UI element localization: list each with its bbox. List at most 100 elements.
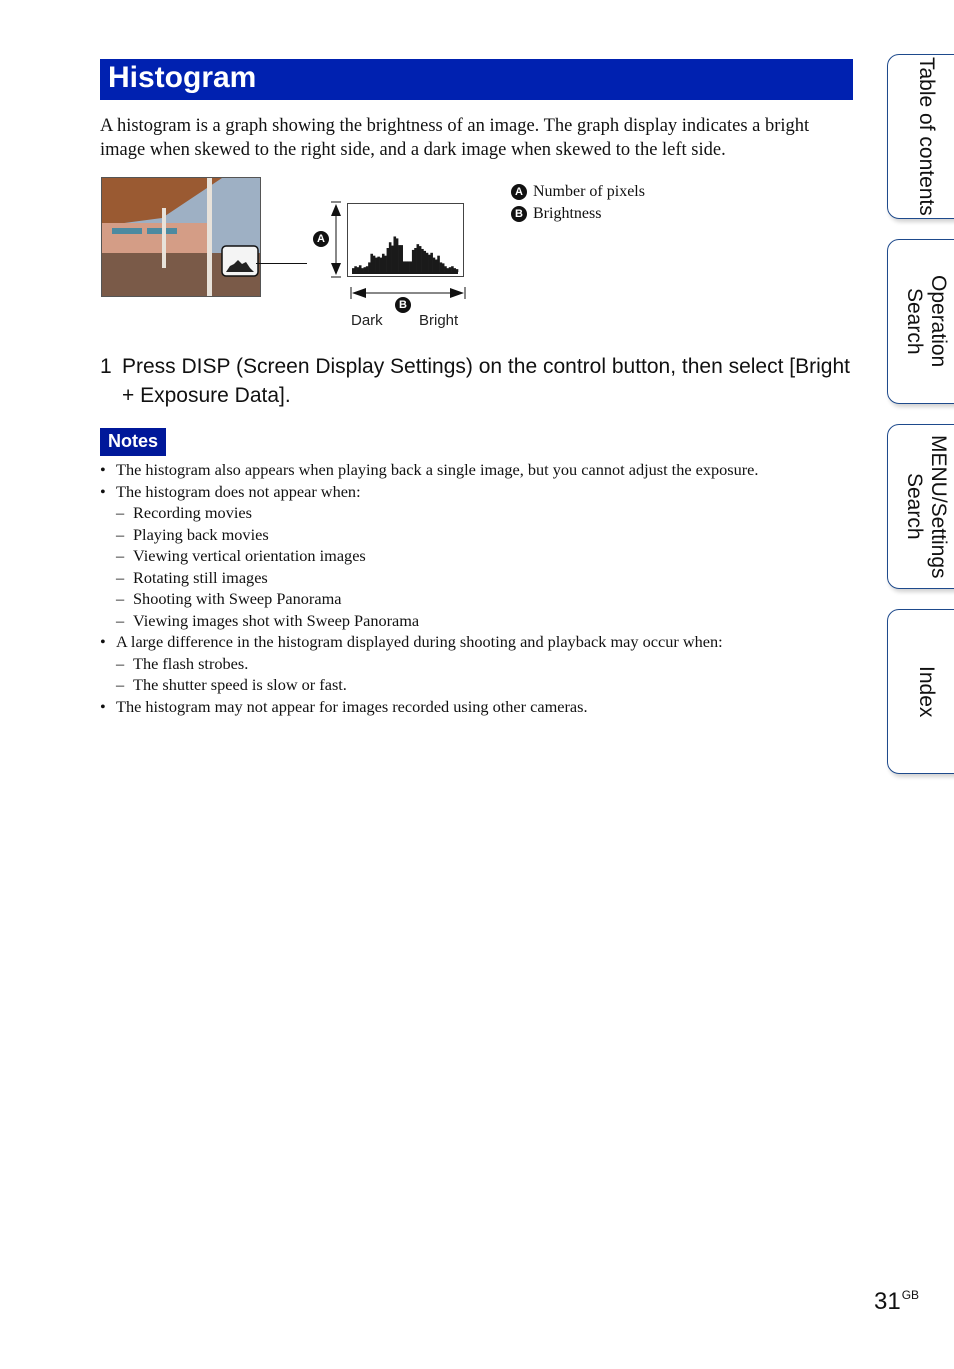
note-text: The histogram may not appear for images … — [116, 696, 588, 716]
legend-badge-b: B — [511, 206, 527, 222]
page-title: Histogram — [100, 59, 853, 100]
histogram-bar — [354, 266, 357, 272]
tab-label: Operation Search — [903, 275, 950, 368]
page-number-value: 31 — [874, 1288, 901, 1315]
histogram-bar — [407, 261, 410, 272]
dash-marker: – — [116, 610, 125, 630]
histogram-graph — [352, 236, 459, 274]
bullet-marker: • — [100, 460, 106, 479]
dash-marker: – — [116, 653, 125, 673]
tab-label: MENU/Settings Search — [903, 434, 950, 579]
histogram-bar — [356, 267, 360, 272]
histogram-frame — [347, 203, 464, 277]
histogram-bar — [379, 257, 383, 272]
histogram-bar — [444, 266, 447, 272]
histogram-bar — [423, 250, 427, 272]
histogram-bar — [418, 246, 422, 272]
histogram-bar — [384, 255, 387, 272]
histogram-bar — [381, 253, 385, 272]
note-text: The flash strobes. — [133, 653, 249, 673]
histogram-bar — [439, 262, 443, 272]
dash-marker: – — [116, 567, 125, 587]
histogram-bar — [414, 248, 417, 272]
histogram-bar — [405, 261, 408, 272]
dash-marker: – — [116, 503, 125, 522]
bullet-marker: • — [100, 632, 106, 651]
dash-marker: – — [116, 675, 125, 694]
callout-b-badge: B — [395, 297, 411, 313]
histogram-bar — [425, 252, 429, 272]
histogram-bar — [393, 236, 397, 272]
histogram-bar — [372, 255, 376, 272]
dash-marker: – — [116, 524, 125, 544]
step-1: 1 Press DISP (Screen Display Settings) o… — [100, 352, 860, 410]
horizontal-axis-arrow — [350, 287, 466, 299]
note-text: The histogram does not appear when: — [116, 481, 361, 501]
note-text: A large difference in the histogram disp… — [116, 632, 723, 651]
legend-label-a: Number of pixels — [533, 183, 645, 200]
histogram-bar — [411, 249, 415, 272]
histogram-bar — [441, 263, 445, 272]
note-text: Playing back movies — [133, 524, 269, 544]
figure-legend: A Number of pixels B Brightness — [511, 181, 645, 225]
legend-item-b: B Brightness — [511, 203, 645, 225]
tab-label: Table of contents — [915, 57, 938, 216]
histogram-bar — [400, 245, 403, 272]
histogram-bar — [391, 245, 394, 272]
note-bullet: • A large difference in the histogram dis… — [100, 631, 860, 653]
histogram-bar — [402, 261, 406, 272]
histogram-bar — [375, 257, 378, 272]
histogram-bar — [434, 259, 438, 272]
note-text: The shutter speed is slow or fast. — [133, 675, 347, 694]
histogram-bar — [453, 268, 456, 272]
bright-label: Bright — [419, 312, 459, 329]
histogram-bar — [446, 268, 450, 272]
tab-menu-settings-search[interactable]: MENU/Settings Search — [887, 424, 954, 589]
note-bullet: • The histogram does not appear when: — [100, 481, 860, 503]
note-text: Shooting with Sweep Panorama — [133, 589, 342, 608]
page-number-suffix: GB — [901, 1288, 920, 1302]
tab-index[interactable]: Index — [887, 609, 954, 774]
bullet-marker: • — [100, 696, 106, 716]
note-sub-item: – Rotating still images — [100, 567, 860, 589]
histogram-bar — [352, 268, 355, 272]
histogram-bar — [358, 265, 362, 272]
note-sub-item: – The flash strobes. — [100, 653, 860, 675]
tab-table-of-contents[interactable]: Table of contents — [887, 54, 954, 219]
histogram-bar — [455, 269, 459, 272]
histogram-bar — [428, 254, 431, 272]
histogram-bar — [395, 238, 399, 272]
page-number: 31GB — [874, 1288, 919, 1316]
note-sub-item: – Shooting with Sweep Panorama — [100, 588, 860, 610]
note-text: The histogram also appears when playing … — [116, 460, 759, 479]
note-bullet: • The histogram also appears when playing… — [100, 459, 860, 481]
tab-operation-search[interactable]: Operation Search — [887, 239, 954, 404]
dash-marker: – — [116, 589, 125, 608]
histogram-bar — [368, 262, 371, 272]
histogram-bar — [430, 252, 433, 272]
bullet-marker: • — [100, 481, 106, 501]
dash-marker: – — [116, 546, 125, 565]
histogram-bar — [421, 248, 424, 272]
histogram-bar — [388, 242, 392, 272]
histogram-bar — [361, 268, 364, 272]
note-sub-item: – The shutter speed is slow or fast. — [100, 674, 860, 696]
callout-a-badge: A — [313, 231, 329, 247]
note-text: Viewing images shot with Sweep Panorama — [133, 610, 420, 630]
histogram-bar — [437, 255, 440, 272]
tab-label: Index — [915, 665, 938, 718]
note-sub-item: – Viewing images shot with Sweep Panorama — [100, 610, 860, 632]
note-text: Viewing vertical orientation images — [133, 546, 366, 565]
histogram-bar — [370, 253, 374, 272]
histogram-bar — [377, 256, 380, 272]
legend-badge-a: A — [511, 184, 527, 200]
legend-item-a: A Number of pixels — [511, 181, 645, 203]
intro-paragraph: A histogram is a graph showing the brigh… — [100, 116, 810, 160]
note-sub-item: – Recording movies — [100, 502, 860, 524]
histogram-bar — [448, 267, 452, 272]
histogram-bar — [398, 245, 401, 272]
histogram-bar — [432, 257, 436, 272]
photo-illustration — [102, 178, 260, 296]
note-sub-item: – Viewing vertical orientation images — [100, 545, 860, 567]
note-text: Rotating still images — [133, 567, 268, 587]
